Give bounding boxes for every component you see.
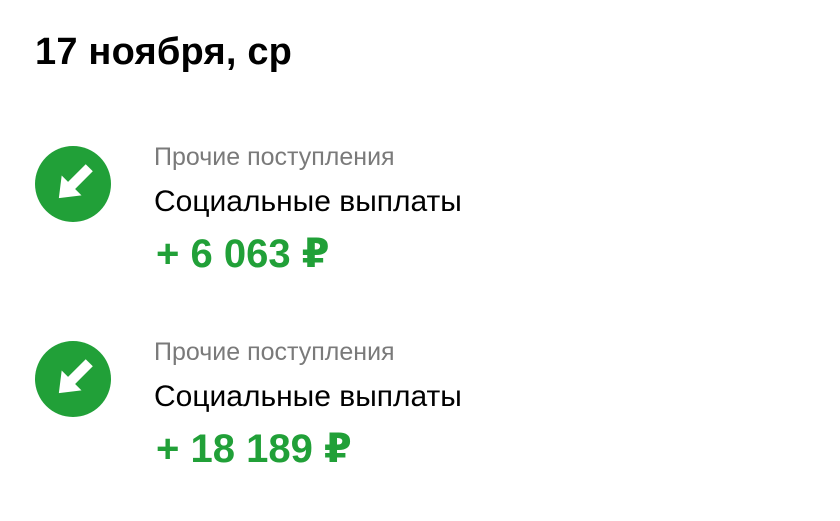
transaction-category: Прочие поступления: [154, 338, 395, 366]
transaction-item[interactable]: Прочие поступления Социальные выплаты + …: [0, 140, 840, 290]
incoming-arrow-icon: [35, 146, 111, 222]
incoming-arrow-icon: [35, 341, 111, 417]
transaction-list: Прочие поступления Социальные выплаты + …: [0, 0, 840, 521]
transaction-amount: + 18 189 ₽: [156, 427, 352, 471]
transaction-title: Социальные выплаты: [154, 380, 462, 413]
transaction-title: Социальные выплаты: [154, 185, 462, 218]
transaction-item[interactable]: Прочие поступления Социальные выплаты + …: [0, 335, 840, 485]
transaction-amount: + 6 063 ₽: [156, 232, 330, 276]
transaction-category: Прочие поступления: [154, 143, 395, 171]
